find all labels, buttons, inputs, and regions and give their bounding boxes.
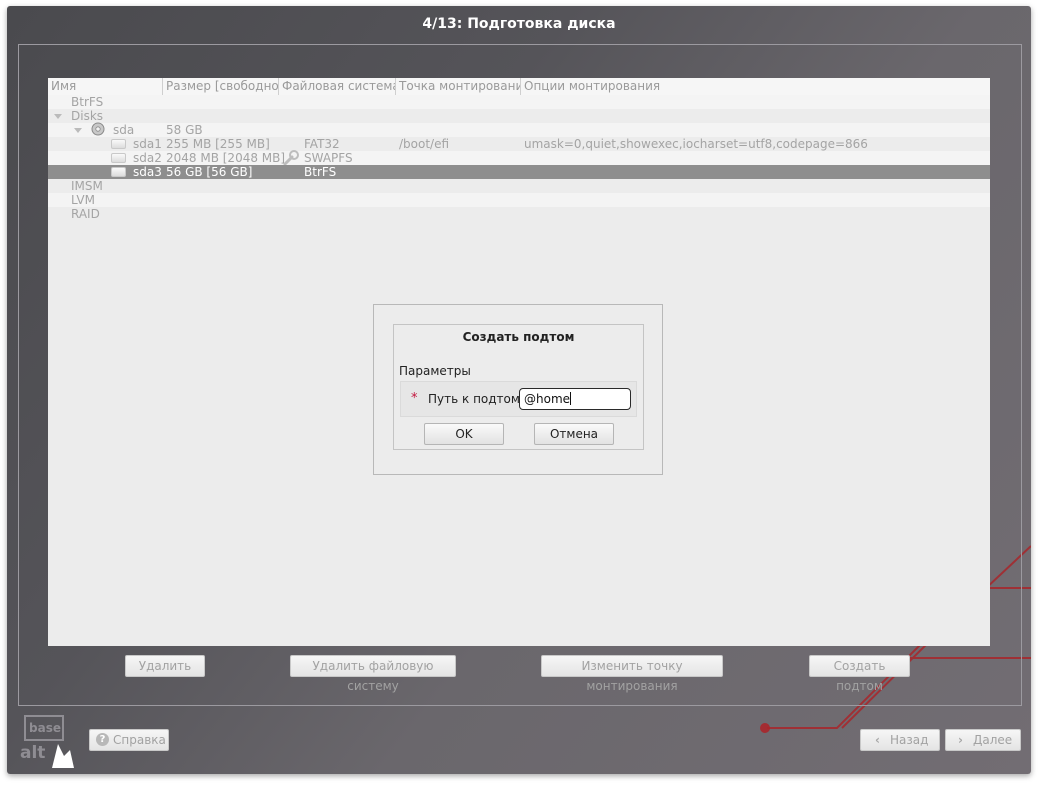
installer-window: 4/13: Подготовка диска Имя Размер [свобо… <box>7 6 1031 774</box>
partition-icon <box>111 167 126 177</box>
create-subvolume-dialog: Создать подтом Параметры * Путь к подтом… <box>373 304 663 475</box>
parameters-label: Параметры <box>399 364 471 378</box>
basealt-logo: base alt <box>20 715 74 768</box>
row-name: RAID <box>71 207 100 221</box>
wrench-icon <box>283 150 299 166</box>
row-filesystem: SWAPFS <box>304 151 353 165</box>
cancel-button[interactable]: Отмена <box>534 423 614 445</box>
tree-row-sda2[interactable]: sda2 2048 MB [2048 MB] SWAPFS <box>48 150 990 166</box>
chevron-right-icon: › <box>958 733 963 747</box>
logo-text-bottom: alt <box>20 743 45 763</box>
help-icon: ? <box>96 733 109 746</box>
row-size: 2048 MB [2048 MB] <box>166 151 286 165</box>
row-name: sda3 <box>133 165 162 179</box>
tree-row-imsm[interactable]: IMSM <box>48 179 990 193</box>
dialog-panel: Создать подтом Параметры * Путь к подтом… <box>393 324 644 450</box>
row-mountpoint: /boot/efi <box>399 137 450 151</box>
tree-row-disks[interactable]: Disks <box>48 109 990 123</box>
back-button[interactable]: ‹ Назад <box>860 729 940 751</box>
tree-row-sda3[interactable]: sda3 56 GB [56 GB] BtrFS <box>48 165 990 179</box>
column-header-options[interactable]: Опции монтирования <box>521 78 990 95</box>
row-size: 255 MB [255 MB] <box>166 137 270 151</box>
partition-icon <box>111 153 126 163</box>
row-options: umask=0,quiet,showexec,iocharset=utf8,co… <box>524 137 868 151</box>
column-header-size[interactable]: Размер [свободно] <box>163 78 279 95</box>
dialog-title: Создать подтом <box>462 330 575 344</box>
tree-row-sda1[interactable]: sda1 255 MB [255 MB] FAT32 /boot/efi uma… <box>48 137 990 151</box>
ok-button[interactable]: OK <box>424 423 504 445</box>
next-label: Далее <box>973 733 1013 747</box>
delete-filesystem-button[interactable]: Удалить файловую систему <box>290 655 456 693</box>
back-label: Назад <box>890 733 929 747</box>
row-name: sda1 <box>133 137 162 151</box>
penguin-mark-icon <box>52 744 74 768</box>
row-filesystem: BtrFS <box>304 165 337 179</box>
tree-row-lvm[interactable]: LVM <box>48 193 990 207</box>
hard-disk-icon <box>91 122 105 136</box>
help-button[interactable]: ? Справка <box>89 729 169 751</box>
row-name: BtrFS <box>71 95 104 109</box>
tree-row-raid[interactable]: RAID <box>48 207 990 221</box>
expand-arrow-icon[interactable] <box>74 128 82 133</box>
delete-button[interactable]: Удалить <box>125 655 205 677</box>
row-size: 58 GB <box>166 123 203 137</box>
row-name: sda <box>113 123 135 137</box>
column-header-name[interactable]: Имя <box>48 78 163 95</box>
column-header-filesystem[interactable]: Файловая система <box>279 78 396 95</box>
row-name: LVM <box>71 193 95 207</box>
row-name: Disks <box>71 109 104 123</box>
change-mountpoint-button[interactable]: Изменить точку монтирования <box>541 655 723 693</box>
partition-icon <box>111 139 126 149</box>
window-title: 4/13: Подготовка диска <box>422 16 616 32</box>
logo-text-top: base <box>29 721 61 735</box>
tree-row-sda[interactable]: sda 58 GB <box>48 122 990 137</box>
create-subvolume-button[interactable]: Создать подтом <box>809 655 910 693</box>
required-marker-icon: * <box>411 391 418 406</box>
chevron-left-icon: ‹ <box>875 733 880 747</box>
row-filesystem: FAT32 <box>304 137 340 151</box>
subvolume-path-label: Путь к подтому <box>428 392 528 406</box>
tree-row-btrfs[interactable]: BtrFS <box>48 95 990 109</box>
text-cursor <box>570 392 572 405</box>
parameters-group: * Путь к подтому @home <box>400 381 637 417</box>
next-button[interactable]: › Далее <box>945 729 1021 751</box>
column-header-mountpoint[interactable]: Точка монтирования <box>396 78 521 95</box>
subvolume-path-value: @home <box>524 392 571 406</box>
subvolume-path-input[interactable]: @home <box>519 388 631 410</box>
tree-header: Имя Размер [свободно] Файловая система Т… <box>48 78 990 96</box>
expand-arrow-icon[interactable] <box>54 114 62 119</box>
row-size: 56 GB [56 GB] <box>166 165 253 179</box>
row-name: IMSM <box>71 179 103 193</box>
help-label: Справка <box>113 733 166 747</box>
row-name: sda2 <box>133 151 162 165</box>
